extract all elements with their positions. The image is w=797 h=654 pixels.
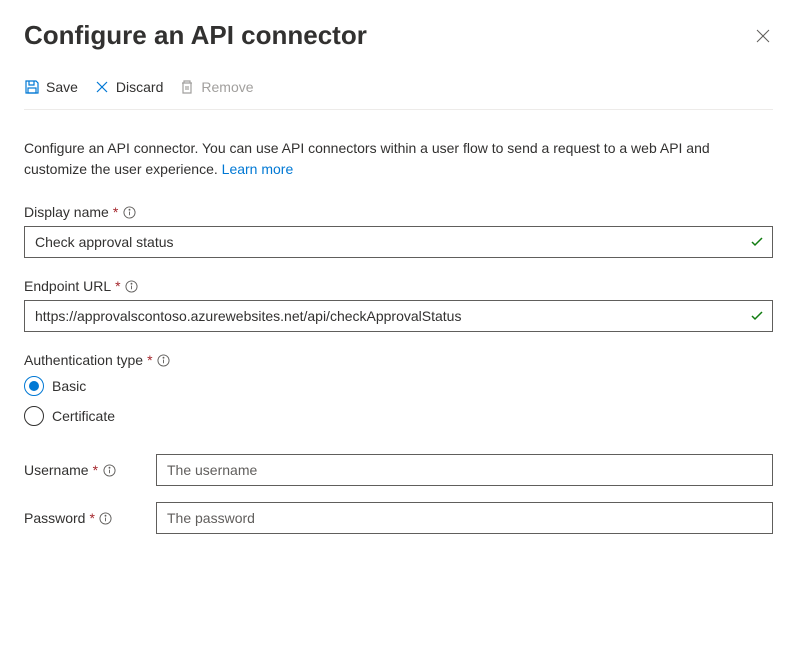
info-icon[interactable]: [102, 463, 116, 477]
close-button[interactable]: [753, 26, 773, 46]
remove-label: Remove: [201, 79, 253, 95]
description-text: Configure an API connector. You can use …: [24, 140, 710, 177]
required-indicator: *: [89, 510, 94, 526]
info-icon[interactable]: [157, 353, 171, 367]
endpoint-url-label: Endpoint URL: [24, 278, 111, 294]
username-input[interactable]: [156, 454, 773, 486]
auth-type-label: Authentication type: [24, 352, 143, 368]
discard-icon: [94, 79, 110, 95]
close-icon: [755, 28, 771, 44]
save-icon: [24, 79, 40, 95]
save-label: Save: [46, 79, 78, 95]
description: Configure an API connector. You can use …: [24, 138, 773, 180]
auth-type-certificate-radio[interactable]: [24, 406, 44, 426]
toolbar: Save Discard Remove: [24, 79, 773, 110]
required-indicator: *: [113, 204, 118, 220]
required-indicator: *: [147, 352, 152, 368]
info-icon[interactable]: [122, 205, 136, 219]
discard-label: Discard: [116, 79, 163, 95]
checkmark-icon: [749, 308, 765, 324]
display-name-input[interactable]: [24, 226, 773, 258]
auth-type-basic-label: Basic: [52, 378, 86, 394]
auth-type-certificate-label: Certificate: [52, 408, 115, 424]
discard-button[interactable]: Discard: [94, 79, 163, 95]
auth-type-basic-radio[interactable]: [24, 376, 44, 396]
remove-button: Remove: [179, 79, 253, 95]
info-icon[interactable]: [125, 279, 139, 293]
save-button[interactable]: Save: [24, 79, 78, 95]
checkmark-icon: [749, 234, 765, 250]
password-label: Password: [24, 510, 85, 526]
required-indicator: *: [93, 462, 98, 478]
display-name-label: Display name: [24, 204, 109, 220]
password-input[interactable]: [156, 502, 773, 534]
endpoint-url-input[interactable]: [24, 300, 773, 332]
required-indicator: *: [115, 278, 120, 294]
page-title: Configure an API connector: [24, 20, 367, 51]
learn-more-link[interactable]: Learn more: [222, 161, 294, 177]
info-icon[interactable]: [99, 511, 113, 525]
username-label: Username: [24, 462, 89, 478]
trash-icon: [179, 79, 195, 95]
